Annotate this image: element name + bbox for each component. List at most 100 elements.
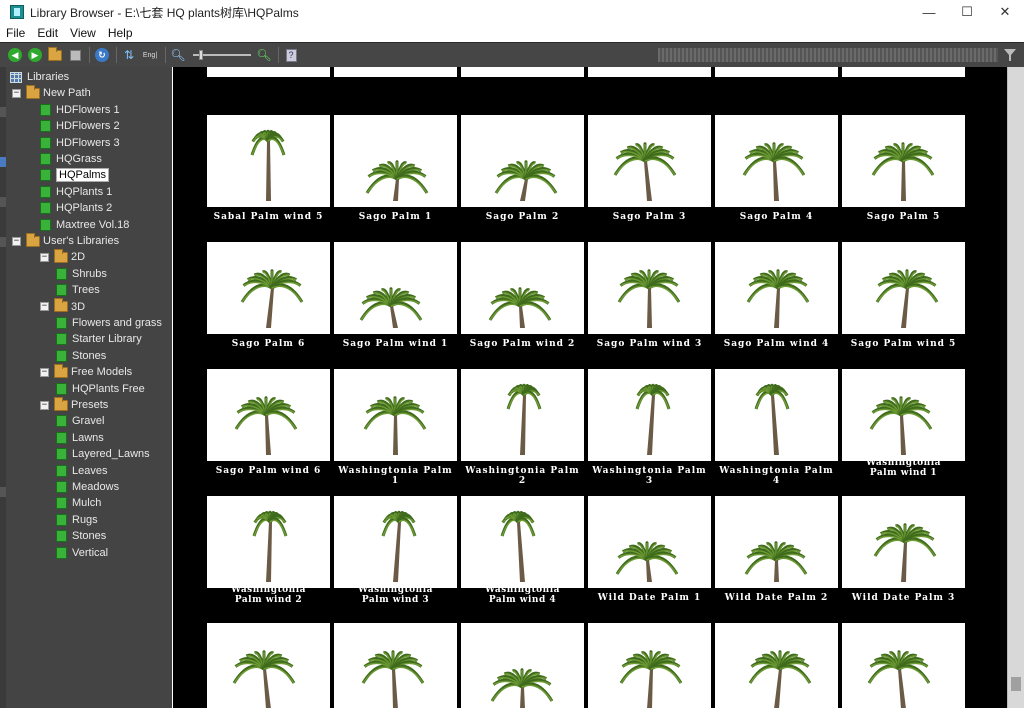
tree-item[interactable]: Leaves xyxy=(56,463,107,479)
tree-item[interactable]: Rugs xyxy=(56,512,98,528)
tree-item[interactable]: Lawns xyxy=(56,430,104,446)
tree-item[interactable]: HDFlowers 3 xyxy=(40,135,120,151)
sort-icon[interactable]: ⇅ xyxy=(120,46,138,64)
palm-preview-image[interactable] xyxy=(842,496,965,588)
tree-item-label: Meadows xyxy=(72,481,120,493)
sort-label[interactable]: Eng| xyxy=(140,46,160,64)
tree-item[interactable]: HQPalms xyxy=(40,167,110,183)
filter-icon[interactable] xyxy=(1004,48,1016,62)
tree-item[interactable]: Flowers and grass xyxy=(56,315,162,331)
scrollbar-thumb[interactable] xyxy=(1011,677,1021,691)
tree-item[interactable]: Stones xyxy=(56,528,106,544)
menu-edit[interactable]: Edit xyxy=(31,26,64,40)
palm-preview-image[interactable] xyxy=(715,242,838,334)
tree-item[interactable]: HQPlants 1 xyxy=(40,184,112,200)
tree-item[interactable]: − New Path xyxy=(12,84,91,101)
tree-item[interactable]: − Presets xyxy=(40,396,108,413)
tree-item[interactable]: Starter Library xyxy=(56,331,142,347)
palm-preview-image[interactable] xyxy=(207,496,330,588)
palm-preview-image[interactable] xyxy=(461,242,584,334)
refresh-icon[interactable]: ↻ xyxy=(93,46,111,64)
palm-preview-image[interactable] xyxy=(207,623,330,708)
forward-icon[interactable]: ▶ xyxy=(26,46,44,64)
palm-preview-image[interactable] xyxy=(334,623,457,708)
collapse-toggle-icon[interactable]: − xyxy=(40,252,49,262)
minimize-button[interactable]: — xyxy=(910,0,948,24)
stop-icon[interactable] xyxy=(66,46,84,64)
open-folder-icon[interactable] xyxy=(46,46,64,64)
tree-item[interactable]: − User's Libraries xyxy=(12,232,119,249)
close-button[interactable]: ✕ xyxy=(986,0,1024,24)
tree-item-label: 3D xyxy=(71,300,86,313)
tree-item[interactable]: Libraries xyxy=(10,69,69,85)
palm-preview-image[interactable] xyxy=(588,623,711,708)
collapse-toggle-icon[interactable]: − xyxy=(40,302,49,312)
palm-preview-image[interactable] xyxy=(334,242,457,334)
collapse-toggle-icon[interactable]: − xyxy=(12,88,21,98)
library-tree[interactable]: Libraries − New Path HDFlowers 1 HDFlowers 2… xyxy=(6,67,172,708)
palm-preview-image[interactable] xyxy=(207,242,330,334)
zoom-in-icon[interactable]: 🔍︎ xyxy=(255,46,273,64)
palm-preview-image[interactable] xyxy=(715,496,838,588)
menu-help[interactable]: Help xyxy=(102,26,139,40)
vertical-scrollbar[interactable] xyxy=(1007,67,1024,708)
palm-preview-image[interactable] xyxy=(588,242,711,334)
tree-item[interactable]: − 2D xyxy=(40,248,85,265)
palm-preview-image[interactable] xyxy=(461,623,584,708)
tree-item[interactable]: HDFlowers 2 xyxy=(40,118,120,134)
help-icon[interactable]: ? xyxy=(282,46,300,64)
palm-preview-image[interactable] xyxy=(842,115,965,207)
palm-preview-image[interactable] xyxy=(334,369,457,461)
palm-preview-image[interactable] xyxy=(842,369,965,461)
palm-preview-image[interactable] xyxy=(715,369,838,461)
tree-item[interactable]: − Free Models xyxy=(40,363,132,380)
collapse-toggle-icon[interactable]: − xyxy=(40,400,49,410)
zoom-slider-thumb[interactable] xyxy=(199,50,203,60)
tree-item-label: Gravel xyxy=(72,415,105,428)
menu-view[interactable]: View xyxy=(64,26,102,40)
palm-preview-image[interactable] xyxy=(715,623,838,708)
tree-item[interactable]: Mulch xyxy=(56,495,101,511)
zoom-slider[interactable] xyxy=(193,50,251,60)
asset-caption: Sago Palm wind 6 xyxy=(215,466,322,476)
menu-file[interactable]: File xyxy=(0,26,31,40)
tree-item-label: Stones xyxy=(72,349,107,362)
palm-preview-image[interactable] xyxy=(207,115,330,207)
tree-item[interactable]: HQPlants 2 xyxy=(40,200,112,216)
palm-preview-image[interactable] xyxy=(334,115,457,207)
collapse-toggle-icon[interactable]: − xyxy=(40,367,49,377)
palm-preview-image[interactable] xyxy=(461,115,584,207)
tree-item[interactable]: HQPlants Free xyxy=(56,381,145,397)
palm-preview-image[interactable] xyxy=(588,115,711,207)
palm-preview-image[interactable] xyxy=(588,369,711,461)
tree-item-label: HQPlants Free xyxy=(72,382,145,395)
palm-preview-image[interactable] xyxy=(842,242,965,334)
tree-item[interactable]: Meadows xyxy=(56,479,119,495)
zoom-out-icon[interactable]: 🔍︎ xyxy=(169,46,187,64)
palm-preview-image[interactable] xyxy=(842,623,965,708)
tree-item[interactable]: HQGrass xyxy=(40,151,102,167)
palm-preview-image[interactable] xyxy=(461,369,584,461)
back-icon[interactable]: ◀ xyxy=(6,46,24,64)
palm-preview-image[interactable] xyxy=(334,496,457,588)
asset-caption: Wild Date Palm 1 xyxy=(597,593,702,603)
maximize-button[interactable]: ☐ xyxy=(948,0,986,24)
tree-item[interactable]: Stones xyxy=(56,348,106,364)
tree-item[interactable]: − 3D xyxy=(40,298,86,315)
title-bar: Library Browser - E:\七套 HQ plants树库\HQPa… xyxy=(0,0,1024,24)
search-bar[interactable] xyxy=(658,48,998,62)
tree-item[interactable]: HDFlowers 1 xyxy=(40,102,120,118)
tree-item[interactable]: Gravel xyxy=(56,413,104,429)
palm-preview-image[interactable] xyxy=(588,496,711,588)
library-book-icon xyxy=(56,349,67,362)
tree-item[interactable]: Shrubs xyxy=(56,266,107,282)
palm-preview-image[interactable] xyxy=(715,115,838,207)
tree-item[interactable]: Layered_Lawns xyxy=(56,446,150,462)
tree-item[interactable]: Trees xyxy=(56,282,100,298)
palm-preview-image[interactable] xyxy=(461,496,584,588)
tree-item[interactable]: Maxtree Vol.18 xyxy=(40,217,129,233)
collapse-toggle-icon[interactable]: − xyxy=(12,236,21,246)
tree-item[interactable]: Vertical xyxy=(56,545,108,561)
thumbnail-grid[interactable]: Sabal Palm 4 Sabal Palm 5 Sabal Palm wind … xyxy=(173,67,1007,708)
palm-preview-image[interactable] xyxy=(207,369,330,461)
